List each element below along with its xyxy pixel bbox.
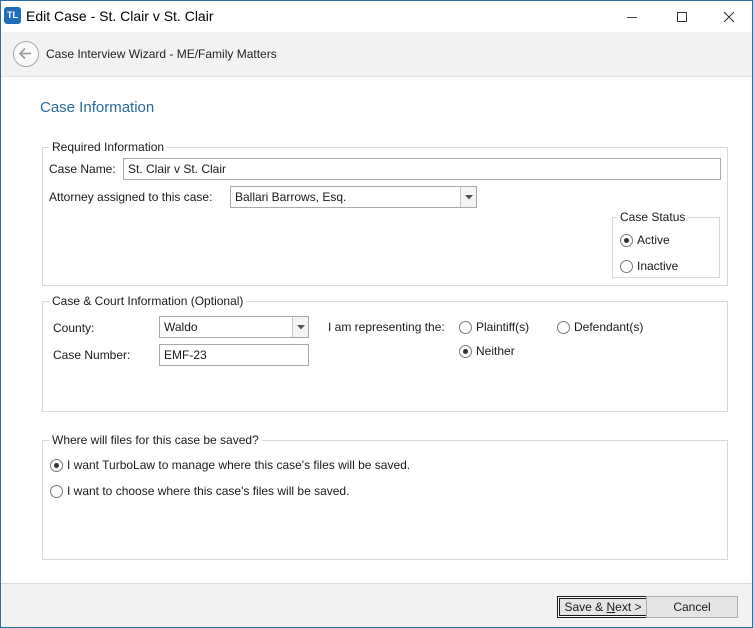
radio-indicator (620, 259, 633, 273)
maximize-button[interactable] (659, 1, 705, 32)
county-dropdown-button[interactable] (292, 317, 308, 337)
case-name-input[interactable]: St. Clair v St. Clair (123, 158, 721, 180)
defendant-radio[interactable]: Defendant(s) (557, 320, 643, 334)
representing-label: I am representing the: (328, 320, 445, 334)
defendant-label: Defendant(s) (574, 320, 644, 334)
case-court-information-group: Case & Court Information (Optional) (42, 294, 728, 412)
close-button[interactable] (706, 1, 752, 32)
turbolaw-app-icon: TL (4, 7, 21, 24)
chevron-down-icon (464, 194, 473, 199)
case-name-label: Case Name: (49, 162, 116, 176)
county-label: County: (53, 321, 95, 335)
turbolaw-manage-files-label: I want TurboLaw to manage where this cas… (67, 458, 411, 472)
save-next-access-key: N (606, 600, 616, 614)
required-information-legend: Required Information (52, 140, 165, 154)
attorney-select[interactable]: Ballari Barrows, Esq. (230, 186, 477, 208)
footer-bar: Save & Next > Cancel (1, 583, 752, 627)
choose-files-location-label: I want to choose where this case's files… (67, 484, 350, 498)
status-active-radio[interactable]: Active (620, 233, 670, 247)
status-inactive-label: Inactive (637, 259, 679, 273)
back-button[interactable] (13, 41, 39, 67)
radio-indicator (50, 484, 63, 498)
minimize-button[interactable] (609, 1, 655, 32)
save-next-label-suffix: ext > (615, 600, 642, 614)
page-title: Case Information (40, 99, 155, 116)
header-divider (1, 76, 752, 77)
radio-indicator (50, 458, 63, 472)
neither-label: Neither (476, 344, 515, 358)
file-location-legend: Where will files for this case be saved? (52, 433, 259, 447)
cancel-button[interactable]: Cancel (646, 596, 738, 618)
close-icon (723, 11, 735, 22)
wizard-title: Case Interview Wizard - ME/Family Matter… (46, 47, 277, 61)
choose-files-location-radio[interactable]: I want to choose where this case's files… (50, 484, 349, 498)
attorney-select-value: Ballari Barrows, Esq. (235, 190, 347, 204)
radio-indicator (459, 344, 472, 358)
case-court-legend: Case & Court Information (Optional) (52, 294, 244, 308)
save-next-button[interactable]: Save & Next > (557, 596, 649, 618)
plaintiff-label: Plaintiff(s) (476, 320, 530, 334)
county-select[interactable]: Waldo (159, 316, 309, 338)
plaintiff-radio[interactable]: Plaintiff(s) (459, 320, 529, 334)
minimize-icon (627, 16, 637, 18)
radio-indicator (557, 320, 570, 334)
title-bar[interactable]: TL Edit Case - St. Clair v St. Clair (1, 1, 752, 32)
case-status-legend: Case Status (620, 210, 686, 224)
status-active-label: Active (637, 233, 670, 247)
status-inactive-radio[interactable]: Inactive (620, 259, 678, 273)
attorney-label: Attorney assigned to this case: (49, 190, 213, 204)
maximize-icon (677, 11, 687, 22)
radio-indicator (459, 320, 472, 334)
case-number-input[interactable]: EMF-23 (159, 344, 309, 366)
case-number-label: Case Number: (53, 348, 131, 362)
edit-case-window: TL Edit Case - St. Clair v St. Clair Cas… (0, 0, 753, 628)
county-select-value: Waldo (164, 320, 198, 334)
arrow-left-icon (18, 47, 31, 60)
chevron-down-icon (296, 324, 305, 329)
radio-indicator (620, 233, 633, 247)
neither-radio[interactable]: Neither (459, 344, 515, 358)
save-next-label-prefix: Save & (564, 600, 607, 614)
attorney-dropdown-button[interactable] (460, 187, 476, 207)
turbolaw-manage-files-radio[interactable]: I want TurboLaw to manage where this cas… (50, 458, 410, 472)
wizard-header: Case Interview Wizard - ME/Family Matter… (1, 32, 752, 76)
window-title: Edit Case - St. Clair v St. Clair (26, 8, 214, 24)
